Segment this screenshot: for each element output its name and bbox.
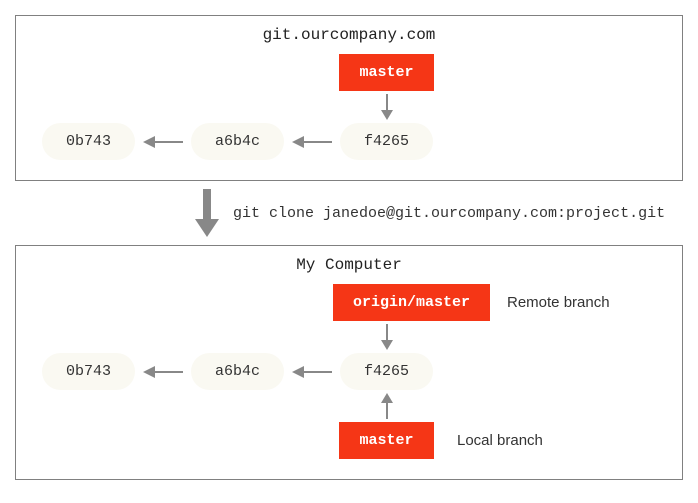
local-branch-row: master Local branch [36, 422, 662, 459]
big-arrow-down-icon [195, 189, 219, 237]
commit-node: a6b4c [191, 353, 284, 390]
clone-command: git clone janedoe@git.ourcompany.com:pro… [233, 205, 665, 222]
remote-commit-chain: 0b743 a6b4c f4265 [36, 123, 662, 160]
origin-master-tag: origin/master [333, 284, 490, 321]
arrow-down-icon [377, 324, 397, 350]
commit-node: a6b4c [191, 123, 284, 160]
arrow-down-icon [377, 94, 397, 120]
local-repo-panel: My Computer origin/master Remote branch [15, 245, 683, 480]
remote-repo-title: git.ourcompany.com [36, 26, 662, 44]
commit-node: f4265 [340, 123, 433, 160]
local-commit-chain: 0b743 a6b4c f4265 [36, 353, 662, 390]
local-repo-title: My Computer [36, 256, 662, 274]
local-branch-label: Local branch [457, 432, 543, 449]
master-branch-tag: master [339, 54, 433, 91]
remote-branch-row: master [36, 54, 662, 123]
remote-branch-label: Remote branch [507, 294, 610, 311]
clone-row: git clone janedoe@git.ourcompany.com:pro… [15, 189, 683, 237]
arrow-left-icon [292, 132, 332, 152]
arrow-up-icon [377, 393, 397, 419]
local-master-tag: master [339, 422, 433, 459]
remote-repo-panel: git.ourcompany.com master 0b743 [15, 15, 683, 181]
arrow-left-icon [143, 362, 183, 382]
commit-node: f4265 [340, 353, 433, 390]
commit-node: 0b743 [42, 123, 135, 160]
arrow-left-icon [143, 132, 183, 152]
remote-tracking-row: origin/master Remote branch [36, 284, 662, 321]
arrow-left-icon [292, 362, 332, 382]
commit-node: 0b743 [42, 353, 135, 390]
